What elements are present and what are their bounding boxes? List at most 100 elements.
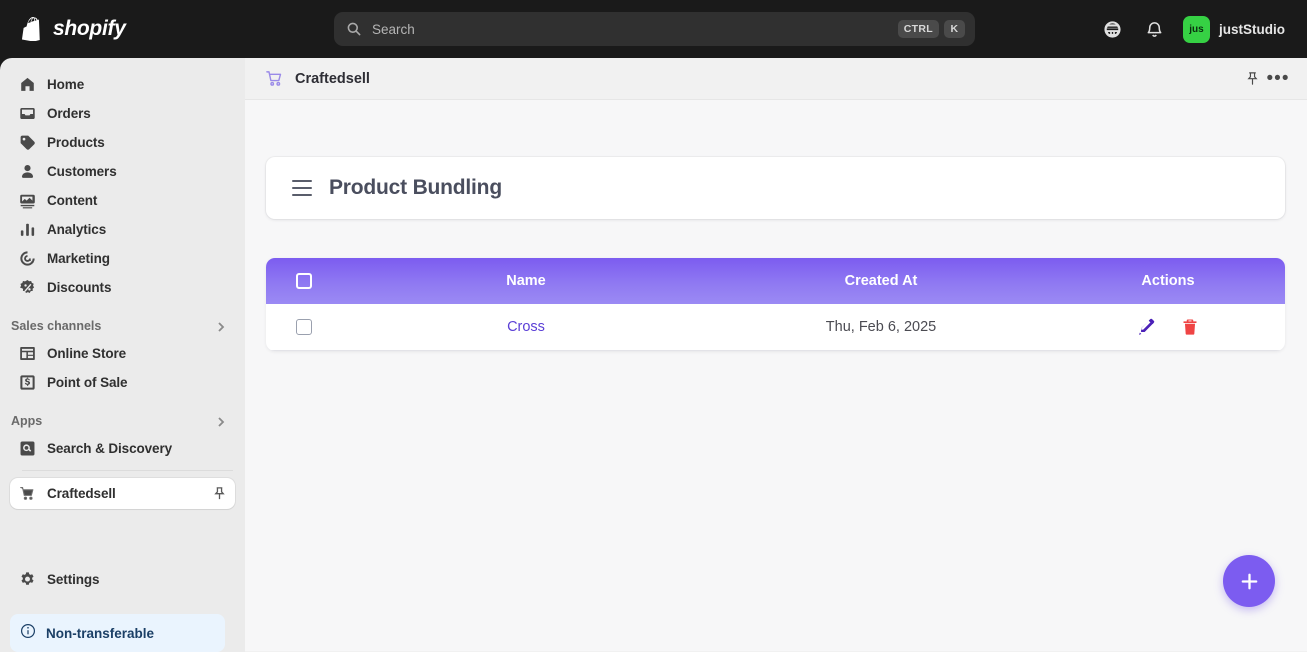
sidebar-label: Analytics [47,221,107,237]
sidebar-settings-block: Settings [0,565,245,594]
sidebar-label: Online Store [47,345,127,361]
orders-inbox-icon [18,104,36,122]
brand-name: shopify [53,17,126,40]
table-head: Name Created At Actions [266,258,1285,304]
header-name[interactable]: Name [341,258,711,304]
chevron-right-icon [215,415,227,427]
table-body: Cross Thu, Feb 6, 2025 [266,304,1285,350]
user-name: justStudio [1219,21,1285,37]
online-store-icon [18,344,36,362]
shopify-bag-logo [22,16,44,42]
gear-icon [18,570,36,588]
header-created-at[interactable]: Created At [711,258,1051,304]
content-image-icon [18,191,36,209]
row-created-at: Thu, Feb 6, 2025 [825,318,937,335]
top-bar: shopify Search CTRL K jus justStudio [0,0,1307,58]
sidebar-primary-nav: Home Orders Products Customers Content A… [0,70,245,301]
home-icon [18,75,36,93]
search-icon [346,21,362,37]
search-shortcut: CTRL K [897,20,965,38]
bundle-name-link[interactable]: Cross [507,319,545,335]
sidebar-label: Discounts [47,279,112,295]
avatar: jus [1183,15,1210,43]
user-menu[interactable]: jus justStudio [1180,13,1293,46]
sidebar-item-analytics[interactable]: Analytics [10,215,235,243]
trash-icon[interactable] [1179,316,1201,338]
store-front-icon[interactable] [1096,13,1128,45]
header-select-all [266,258,341,304]
ellipsis-glyph: ••• [1266,67,1290,89]
bell-icon[interactable] [1138,13,1170,45]
sidebar-label: Settings [47,571,100,587]
sidebar-label: Craftedsell [47,486,116,501]
row-select-cell [266,304,341,350]
bundles-table: Name Created At Actions Cross Thu, Feb 6… [266,258,1285,351]
plus-icon [1241,573,1257,589]
person-icon [18,162,36,180]
header-actions: Actions [1141,273,1195,289]
sidebar-label: Content [47,192,98,208]
craftedsell-inner: Craftedsell [18,485,116,503]
search-placeholder: Search [372,21,415,37]
sidebar-label: Products [47,134,105,150]
section-title: Sales channels [11,319,102,333]
sidebar-apps-items: Search & Discovery [0,434,245,462]
top-bar-actions: jus justStudio [1096,0,1293,58]
sidebar-label: Point of Sale [47,374,128,390]
sidebar-item-point-of-sale[interactable]: Point of Sale [10,368,235,396]
sidebar-label: Search & Discovery [47,440,173,456]
section-title: Apps [11,414,43,428]
sidebar-label: Home [47,76,85,92]
megaphone-target-icon [18,249,36,267]
sidebar-label: Marketing [47,250,110,266]
sidebar-item-customers[interactable]: Customers [10,157,235,185]
table-row[interactable]: Cross Thu, Feb 6, 2025 [266,304,1285,350]
ellipsis-icon[interactable]: ••• [1265,66,1291,92]
info-circle-icon [20,623,36,644]
sidebar-sales-channels-items: Online Store Point of Sale [0,339,245,396]
sidebar-item-craftedsell[interactable]: Craftedsell [10,478,235,509]
banner-label: Non-transferable [46,625,155,641]
kbd-k: K [944,20,965,38]
search-bar[interactable]: Search CTRL K [334,12,975,46]
add-bundle-fab[interactable] [1223,555,1275,607]
shopify-brand[interactable]: shopify [22,16,126,42]
pin-icon[interactable] [212,486,227,501]
pencil-icon[interactable] [1135,316,1157,338]
pin-icon[interactable] [1239,66,1265,92]
sidebar-label: Orders [47,105,91,121]
hamburger-menu-icon[interactable] [292,180,312,196]
shopping-cart-icon [18,485,36,503]
table-header-row: Name Created At Actions [266,258,1285,304]
sidebar: Home Orders Products Customers Content A… [0,58,245,652]
product-tag-icon [18,133,36,151]
sidebar-item-marketing[interactable]: Marketing [10,244,235,272]
main-area: Craftedsell ••• Product Bundling Name Cr… [245,58,1307,652]
point-of-sale-icon [18,373,36,391]
sidebar-divider [22,470,233,471]
sidebar-item-settings[interactable]: Settings [10,565,235,593]
search-square-icon [18,439,36,457]
sidebar-item-content[interactable]: Content [10,186,235,214]
sidebar-item-discounts[interactable]: Discounts [10,273,235,301]
app-canvas: Product Bundling Name Created At Actions [245,100,1307,651]
discount-percent-icon [18,278,36,296]
sidebar-item-online-store[interactable]: Online Store [10,339,235,367]
sidebar-item-orders[interactable]: Orders [10,99,235,127]
sidebar-item-products[interactable]: Products [10,128,235,156]
sidebar-section-sales-channels[interactable]: Sales channels [0,313,245,339]
row-action-group [1051,316,1285,338]
sidebar-item-search-discovery[interactable]: Search & Discovery [10,434,235,462]
non-transferable-banner[interactable]: Non-transferable [10,614,225,652]
sidebar-item-home[interactable]: Home [10,70,235,98]
row-name-cell: Cross [341,304,711,350]
kbd-ctrl: CTRL [897,20,939,38]
select-all-checkbox[interactable] [295,273,312,290]
page-title: Product Bundling [329,176,502,199]
sidebar-label: Customers [47,163,117,179]
row-checkbox[interactable] [295,318,312,335]
bar-chart-icon [18,220,36,238]
sidebar-section-apps[interactable]: Apps [0,408,245,434]
sidebar-active-app-group: Craftedsell [0,478,245,509]
bundles-table-wrapper: Name Created At Actions Cross Thu, Feb 6… [266,258,1285,351]
